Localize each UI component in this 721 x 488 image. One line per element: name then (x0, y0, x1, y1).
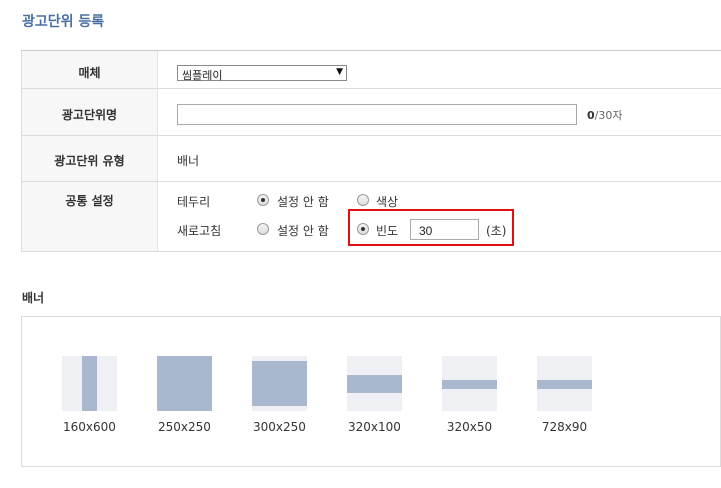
frequency-input[interactable] (410, 219, 479, 240)
refresh-frequency-radio[interactable] (357, 223, 369, 235)
dropdown-arrow-icon: ▼ (336, 67, 343, 77)
page-title: 광고단위 등록 (22, 14, 105, 30)
refresh-none-label[interactable]: 설정 안 함 (277, 222, 329, 239)
size-label: 320x100 (348, 420, 401, 434)
media-select[interactable]: 씸플레이 ▼ (177, 65, 347, 82)
size-thumbnail (537, 356, 592, 411)
ad-unit-name-label: 광고단위명 (61, 108, 118, 122)
size-thumbnail (252, 356, 307, 411)
refresh-label: 새로고침 (177, 224, 222, 238)
banner-size-panel: 160x600 250x250 300x250 320x100 320x50 7… (21, 316, 721, 467)
frequency-unit: (초) (486, 224, 507, 238)
size-thumbnail (62, 356, 117, 411)
size-label: 728x90 (541, 420, 588, 434)
border-none-radio[interactable] (257, 194, 269, 206)
ad-unit-name-row: 광고단위명 0/30자 (22, 89, 721, 136)
size-label: 160x600 (63, 420, 116, 434)
size-label: 300x250 (253, 420, 306, 434)
media-select-value: 씸플레이 (182, 69, 223, 82)
refresh-frequency-label[interactable]: 빈도 (376, 222, 398, 239)
registration-form: 매체 씸플레이 ▼ 광고단위명 0/30자 광고단위 유형 배너 공통 설정 테… (21, 50, 721, 252)
border-color-radio[interactable] (357, 194, 369, 206)
ad-unit-type-label: 광고단위 유형 (54, 154, 125, 168)
common-settings-label: 공통 설정 (65, 194, 114, 208)
media-label: 매체 (78, 66, 101, 80)
char-count: 0 (587, 109, 595, 122)
size-thumbnail (347, 356, 402, 411)
border-none-label[interactable]: 설정 안 함 (277, 193, 329, 210)
size-thumbnail (157, 356, 212, 411)
char-counter: 0/30자 (587, 107, 622, 123)
border-label: 테두리 (177, 195, 211, 209)
refresh-none-radio[interactable] (257, 223, 269, 235)
size-label: 320x50 (446, 420, 493, 434)
size-thumbnail (442, 356, 497, 411)
char-max: /30자 (594, 109, 623, 122)
banner-section-title: 배너 (22, 291, 45, 305)
ad-unit-name-input[interactable] (177, 104, 577, 125)
size-label: 250x250 (158, 420, 211, 434)
ad-unit-type-value: 배너 (177, 154, 200, 168)
ad-unit-type-row: 광고단위 유형 배너 (22, 136, 721, 182)
border-color-label[interactable]: 색상 (376, 193, 398, 210)
media-row: 매체 씸플레이 ▼ (22, 51, 721, 89)
